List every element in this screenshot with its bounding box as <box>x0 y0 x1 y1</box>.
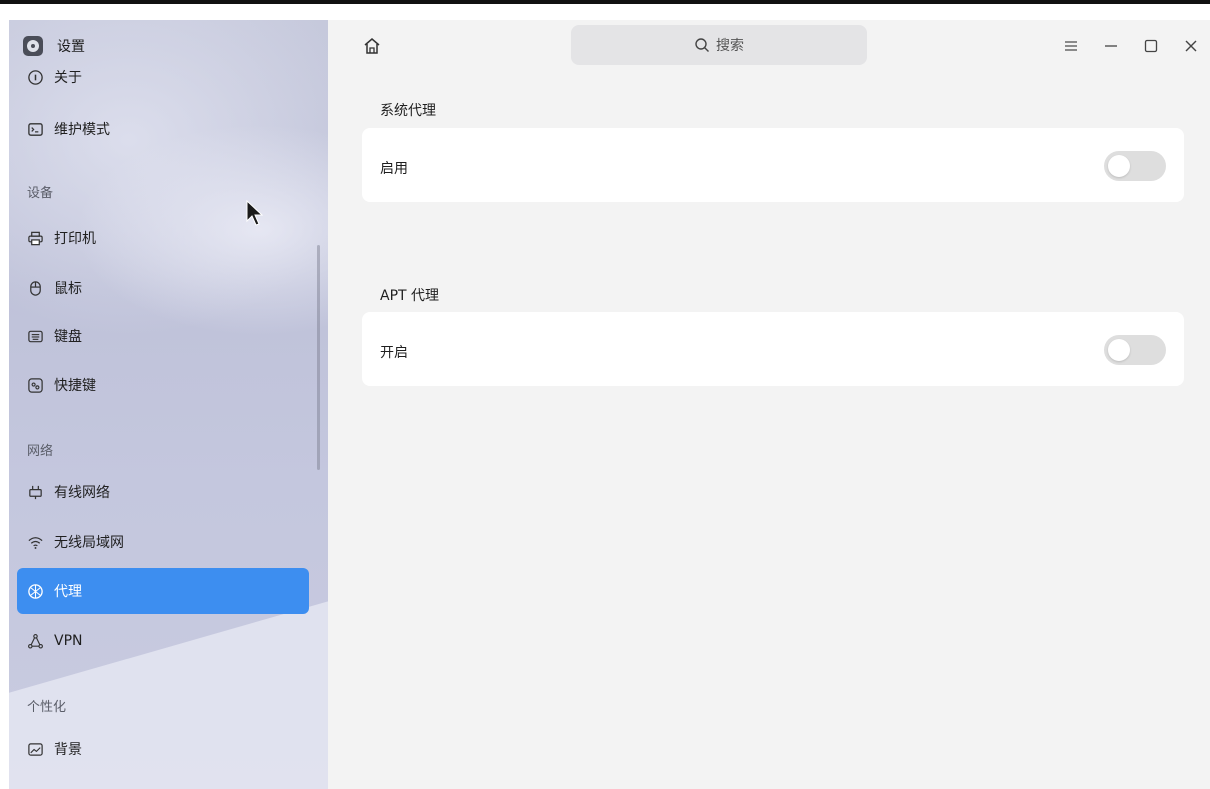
settings-window: 设置 关于 维护模式 设备 打印机 鼠标 键盘 快捷键 网络 有线网络 无线局域… <box>9 20 1210 789</box>
sidebar-item-label: 打印机 <box>54 231 96 247</box>
maximize-icon <box>1144 39 1158 53</box>
printer-icon <box>28 231 43 245</box>
menu-icon <box>1065 41 1077 51</box>
system-proxy-enable-label: 启用 <box>380 161 408 177</box>
search-icon <box>695 38 709 52</box>
vpn-icon <box>28 633 43 648</box>
sidebar-item-label: 维护模式 <box>54 122 110 138</box>
apt-proxy-enable-label: 开启 <box>380 345 408 361</box>
app-title: 设置 <box>57 39 85 55</box>
minimize-button[interactable] <box>1099 34 1123 58</box>
close-button[interactable] <box>1179 34 1203 58</box>
system-proxy-toggle[interactable] <box>1104 151 1166 181</box>
sidebar-item-mouse[interactable]: 鼠标 <box>17 265 309 311</box>
search-box[interactable]: 搜索 <box>571 25 867 65</box>
keyboard-icon <box>28 330 43 342</box>
sidebar-item-label: 键盘 <box>54 329 82 345</box>
sidebar-item-wifi[interactable]: 无线局域网 <box>17 519 309 565</box>
system-proxy-title: 系统代理 <box>380 103 436 119</box>
sidebar: 设置 关于 维护模式 设备 打印机 鼠标 键盘 快捷键 网络 有线网络 无线局域… <box>9 20 328 789</box>
sidebar-item-background[interactable]: 背景 <box>17 726 309 772</box>
mouse-cursor-icon <box>246 200 264 226</box>
apt-proxy-toggle[interactable] <box>1104 335 1166 365</box>
sidebar-item-label: 无线局域网 <box>54 535 124 551</box>
sidebar-item-label: 鼠标 <box>54 281 82 297</box>
sidebar-item-shortcuts[interactable]: 快捷键 <box>17 362 309 408</box>
terminal-icon <box>28 122 43 136</box>
sidebar-item-about[interactable]: 关于 <box>17 54 309 100</box>
main-menu-button[interactable] <box>1059 34 1083 58</box>
section-header-devices: 设备 <box>27 186 54 201</box>
main-content: 搜索 系统代理 启用 APT 代理 开启 <box>328 20 1210 789</box>
system-proxy-card: 启用 <box>362 128 1184 202</box>
sidebar-item-wired-network[interactable]: 有线网络 <box>17 469 309 515</box>
settings-app-icon <box>23 36 43 56</box>
search-placeholder: 搜索 <box>716 38 744 54</box>
sidebar-scrollbar[interactable] <box>317 245 320 470</box>
home-button[interactable] <box>362 36 382 56</box>
background-icon <box>28 742 43 756</box>
apt-proxy-title: APT 代理 <box>380 288 440 304</box>
mouse-icon <box>30 280 41 296</box>
sidebar-item-vpn[interactable]: VPN <box>17 618 309 664</box>
sidebar-item-label: 有线网络 <box>54 485 110 501</box>
sidebar-item-maintenance-mode[interactable]: 维护模式 <box>17 106 309 152</box>
info-icon <box>28 69 43 85</box>
sidebar-item-label: 背景 <box>54 742 82 758</box>
close-icon <box>1185 40 1197 52</box>
sidebar-item-label: 快捷键 <box>54 378 96 394</box>
maximize-button[interactable] <box>1139 34 1163 58</box>
wifi-icon <box>28 536 43 549</box>
section-header-network: 网络 <box>27 444 54 459</box>
wired-network-icon <box>29 485 42 499</box>
sidebar-item-keyboard[interactable]: 键盘 <box>17 313 309 359</box>
sidebar-item-label: 关于 <box>54 70 82 86</box>
app-header: 设置 <box>23 36 85 56</box>
home-icon <box>364 38 380 54</box>
proxy-icon <box>28 583 43 599</box>
sidebar-item-label: 代理 <box>54 584 82 600</box>
minimize-icon <box>1105 45 1117 47</box>
shortcut-icon <box>28 377 43 393</box>
top-border-line <box>0 0 1210 4</box>
sidebar-item-label: VPN <box>54 633 83 649</box>
section-header-personalization: 个性化 <box>27 700 67 715</box>
sidebar-item-proxy[interactable]: 代理 <box>17 568 309 614</box>
apt-proxy-card: 开启 <box>362 312 1184 386</box>
